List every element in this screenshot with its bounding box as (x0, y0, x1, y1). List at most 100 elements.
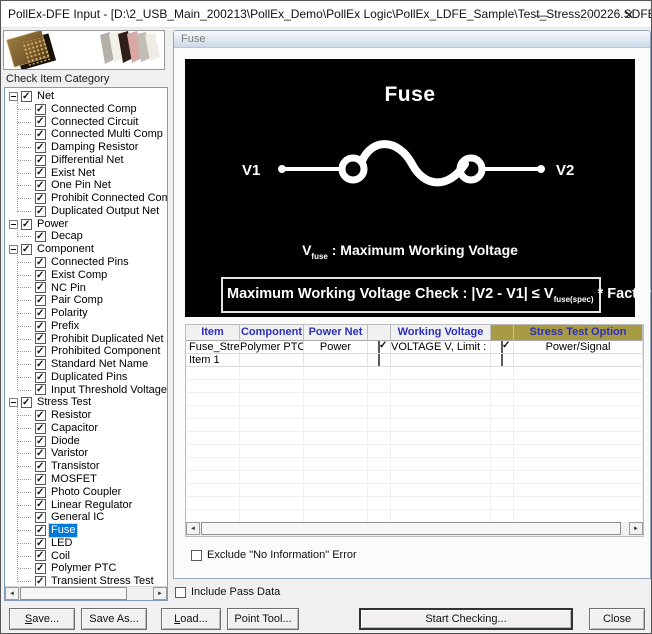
tree-item-connected-comp[interactable]: Connected Comp (9, 103, 167, 116)
tree-item-connected-multi-comp[interactable]: Connected Multi Comp (9, 128, 167, 141)
checkbox-icon[interactable] (35, 346, 46, 357)
grid-cell-sto[interactable] (514, 354, 643, 367)
grid-horizontal-scrollbar[interactable]: ◄ ► (186, 522, 643, 536)
tree-group-power[interactable]: Power (9, 218, 167, 231)
checkbox-icon[interactable] (501, 354, 503, 367)
checkbox-icon[interactable] (191, 550, 202, 561)
scroll-right-icon[interactable]: ► (153, 587, 167, 600)
tree-item-duplicated-pins[interactable]: Duplicated Pins (9, 371, 167, 384)
tree-item-linear-regulator[interactable]: Linear Regulator (9, 499, 167, 512)
checkbox-icon[interactable] (35, 538, 46, 549)
tree-item-damping-resistor[interactable]: Damping Resistor (9, 141, 167, 154)
grid-checkbox-cell[interactable] (491, 341, 514, 354)
checkbox-icon[interactable] (35, 270, 46, 281)
checkbox-icon[interactable] (21, 397, 32, 408)
checkbox-icon[interactable] (35, 295, 46, 306)
tree-scrollbar-thumb[interactable] (20, 587, 127, 600)
tree-item-general-ic[interactable]: General IC (9, 511, 167, 524)
include-pass-data-checkbox[interactable]: Include Pass Data (175, 586, 280, 598)
grid-checkbox-cell[interactable] (368, 354, 391, 367)
checkbox-icon[interactable] (35, 321, 46, 332)
tree-item-decap[interactable]: Decap (9, 230, 167, 243)
tree-item-coil[interactable]: Coil (9, 550, 167, 563)
tree-item-mosfet[interactable]: MOSFET (9, 473, 167, 486)
grid-checkbox-cell[interactable] (368, 341, 391, 354)
exclude-no-information-checkbox[interactable]: Exclude "No Information" Error (191, 549, 357, 561)
tree-item-transistor[interactable]: Transistor (9, 460, 167, 473)
column-header-power_net[interactable]: Power Net (304, 325, 368, 341)
grid-cell-sto[interactable]: Power/Signal (514, 341, 643, 354)
tree-item-input-threshold-voltage[interactable]: Input Threshold Voltage (9, 384, 167, 397)
tree-item-exist-comp[interactable]: Exist Comp (9, 269, 167, 282)
checkbox-icon[interactable] (21, 244, 32, 255)
checkbox-icon[interactable] (35, 525, 46, 536)
grid-checkbox-cell[interactable] (491, 354, 514, 367)
checkbox-icon[interactable] (378, 354, 380, 367)
tree-item-polarity[interactable]: Polarity (9, 307, 167, 320)
grid-cell-item[interactable]: Fuse_Stress (186, 341, 240, 354)
checkbox-icon[interactable] (35, 512, 46, 523)
column-header-component[interactable]: Component (240, 325, 304, 341)
checkbox-icon[interactable] (35, 333, 46, 344)
tree-group-net[interactable]: Net (9, 90, 167, 103)
checkbox-icon[interactable] (501, 341, 503, 354)
minimize-icon[interactable]: — (519, 1, 563, 28)
tree-item-connected-circuit[interactable]: Connected Circuit (9, 116, 167, 129)
tree-item-nc-pin[interactable]: NC Pin (9, 281, 167, 294)
tree-item-polymer-ptc[interactable]: Polymer PTC (9, 562, 167, 575)
column-header-wvc[interactable]: Working Voltage Check (391, 325, 491, 341)
checkbox-icon[interactable] (35, 129, 46, 140)
checkbox-icon[interactable] (35, 116, 46, 127)
checkbox-icon[interactable] (35, 487, 46, 498)
checkbox-icon[interactable] (35, 474, 46, 485)
checkbox-icon[interactable] (35, 104, 46, 115)
grid-cell-wvc[interactable] (391, 354, 491, 367)
checkbox-icon[interactable] (35, 423, 46, 434)
checkbox-icon[interactable] (35, 167, 46, 178)
checkbox-icon[interactable] (35, 231, 46, 242)
column-header-sto_check[interactable] (491, 325, 514, 341)
column-header-sto[interactable]: Stress Test Option (514, 325, 643, 341)
tree-item-duplicated-output-net[interactable]: Duplicated Output Net (9, 205, 167, 218)
tree-item-diode[interactable]: Diode (9, 435, 167, 448)
checkbox-icon[interactable] (35, 372, 46, 383)
save-as-button[interactable]: Save As... (81, 608, 147, 630)
checkbox-icon[interactable] (35, 155, 46, 166)
tree-item-varistor[interactable]: Varistor (9, 447, 167, 460)
grid-cell-component[interactable] (240, 354, 304, 367)
scroll-left-icon[interactable]: ◄ (186, 522, 200, 535)
grid-scrollbar-thumb[interactable] (201, 522, 621, 535)
checkbox-icon[interactable] (21, 219, 32, 230)
checkbox-icon[interactable] (35, 257, 46, 268)
checkbox-icon[interactable] (378, 341, 380, 354)
tree-item-differential-net[interactable]: Differential Net (9, 154, 167, 167)
grid-row[interactable]: Item 1 (186, 354, 643, 367)
checkbox-icon[interactable] (35, 282, 46, 293)
checkbox-icon[interactable] (35, 436, 46, 447)
column-header-wvc_check[interactable] (368, 325, 391, 341)
checkbox-icon[interactable] (35, 193, 46, 204)
tree-item-exist-net[interactable]: Exist Net (9, 167, 167, 180)
load-button[interactable]: Load... (161, 608, 221, 630)
tree-item-prohibited-component[interactable]: Prohibited Component (9, 345, 167, 358)
checkbox-icon[interactable] (21, 91, 32, 102)
maximize-icon[interactable]: ▢ (563, 1, 607, 28)
checkbox-icon[interactable] (35, 180, 46, 191)
checkbox-icon[interactable] (35, 550, 46, 561)
tree-item-resistor[interactable]: Resistor (9, 409, 167, 422)
checkbox-icon[interactable] (35, 576, 46, 586)
grid-row[interactable]: Fuse_StressPolymer PTCPowerVOLTAGE V, Li… (186, 341, 643, 354)
start-checking-button[interactable]: Start Checking... (359, 608, 573, 630)
checkbox-icon[interactable] (35, 448, 46, 459)
tree-item-prohibit-connected-comp[interactable]: Prohibit Connected Comp (9, 192, 167, 205)
checkbox-icon[interactable] (35, 142, 46, 153)
save-button[interactable]: Save... (9, 608, 75, 630)
column-header-item[interactable]: Item (186, 325, 240, 341)
tree-item-transient-stress-test[interactable]: Transient Stress Test (9, 575, 167, 586)
grid-cell-power_net[interactable] (304, 354, 368, 367)
grid-cell-item[interactable]: Item 1 (186, 354, 240, 367)
tree-item-pair-comp[interactable]: Pair Comp (9, 294, 167, 307)
tree-item-prefix[interactable]: Prefix (9, 320, 167, 333)
checkbox-icon[interactable] (35, 359, 46, 370)
tree-group-stress-test[interactable]: Stress Test (9, 396, 167, 409)
